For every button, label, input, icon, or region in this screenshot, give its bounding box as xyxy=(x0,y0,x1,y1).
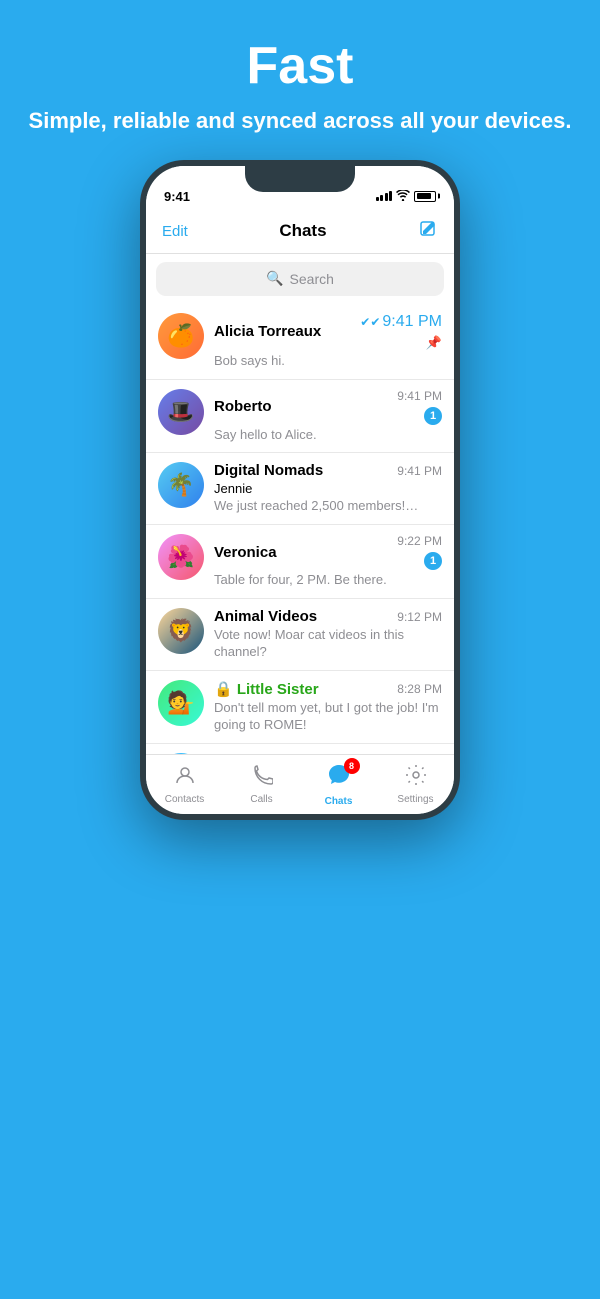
chat-preview-sister: Don't tell mom yet, but I got the job! I… xyxy=(214,700,442,734)
chat-time-animal: 9:12 PM xyxy=(397,610,442,624)
tab-label-settings: Settings xyxy=(397,794,433,805)
chat-time-roberto: 9:41 PM xyxy=(397,389,442,403)
chat-name-veronica: Veronica xyxy=(214,544,277,561)
chat-preview-animal: Vote now! Moar cat videos in this channe… xyxy=(214,627,442,661)
chat-item-roberto[interactable]: 🎩 Roberto 9:41 PM 1 Say hello to Alice. xyxy=(146,380,454,454)
hero-section: Fast Simple, reliable and synced across … xyxy=(9,0,592,160)
tab-label-calls: Calls xyxy=(250,794,272,805)
chat-name-alicia: Alicia Torreaux xyxy=(214,323,321,340)
search-placeholder: Search xyxy=(290,271,334,287)
avatar-digital: 🌴 xyxy=(158,462,204,508)
tab-calls[interactable]: Calls xyxy=(223,764,300,805)
settings-icon xyxy=(405,764,427,792)
chat-content-sister: 🔒 Little Sister 8:28 PM Don't tell mom y… xyxy=(214,680,442,734)
tab-settings[interactable]: Settings xyxy=(377,764,454,805)
signal-bars-icon xyxy=(376,191,393,201)
phone-mockup: 9:41 Edit Chats xyxy=(140,160,460,820)
chat-name-digital: Digital Nomads xyxy=(214,462,323,479)
avatar-sister: 💁 xyxy=(158,680,204,726)
search-bar-wrapper: 🔍 Search xyxy=(146,254,454,304)
chat-time-sister: 8:28 PM xyxy=(397,682,442,696)
battery-icon xyxy=(414,191,436,202)
unread-badge-veronica: 1 xyxy=(424,552,442,570)
avatar-james: 🧔 xyxy=(158,753,204,754)
chat-time-alicia: 9:41 PM xyxy=(382,313,442,331)
phone-screen: 9:41 Edit Chats xyxy=(146,166,454,814)
chat-content-digital: Digital Nomads 9:41 PM JennieWe just rea… xyxy=(214,462,442,515)
chat-name-sister: 🔒 Little Sister xyxy=(214,680,319,698)
chat-content-alicia: Alicia Torreaux ✔✔ 9:41 PM 📌 Bob says hi… xyxy=(214,313,442,370)
nav-title: Chats xyxy=(279,221,326,241)
double-check-icon: ✔✔ xyxy=(360,315,380,329)
tab-bar: Contacts Calls 8 Chats xyxy=(146,754,454,814)
wifi-icon xyxy=(396,189,410,204)
chat-time-james: 7:42 PM xyxy=(382,753,442,754)
chat-time-digital: 9:41 PM xyxy=(397,464,442,478)
hero-title: Fast xyxy=(29,36,572,96)
chat-content-james: James ✔✔ 7:42 PM Check these out xyxy=(214,753,442,754)
chat-item-alicia[interactable]: 🍊 Alicia Torreaux ✔✔ 9:41 PM 📌 Bob says … xyxy=(146,304,454,380)
chat-content-animal: Animal Videos 9:12 PM Vote now! Moar cat… xyxy=(214,608,442,661)
chat-item-animal[interactable]: 🦁 Animal Videos 9:12 PM Vote now! Moar c… xyxy=(146,599,454,671)
hero-subtitle: Simple, reliable and synced across all y… xyxy=(29,106,572,136)
search-bar[interactable]: 🔍 Search xyxy=(156,262,444,296)
chat-content-roberto: Roberto 9:41 PM 1 Say hello to Alice. xyxy=(214,389,442,444)
chat-preview-digital: JennieWe just reached 2,500 members! WOO… xyxy=(214,481,442,515)
chat-preview-roberto: Say hello to Alice. xyxy=(214,427,442,444)
calls-icon xyxy=(251,764,273,792)
chat-name-roberto: Roberto xyxy=(214,398,272,415)
contacts-icon xyxy=(174,764,196,792)
unread-badge-roberto: 1 xyxy=(424,407,442,425)
chat-item-veronica[interactable]: 🌺 Veronica 9:22 PM 1 Table for four, 2 P… xyxy=(146,525,454,599)
chats-icon: 8 xyxy=(326,762,352,794)
tab-label-chats: Chats xyxy=(325,796,353,807)
edit-button[interactable]: Edit xyxy=(162,223,188,240)
tab-chats[interactable]: 8 Chats xyxy=(300,762,377,807)
chat-preview-veronica: Table for four, 2 PM. Be there. xyxy=(214,572,442,589)
phone-notch xyxy=(245,166,355,192)
chat-name-animal: Animal Videos xyxy=(214,608,317,625)
chat-item-digital[interactable]: 🌴 Digital Nomads 9:41 PM JennieWe just r… xyxy=(146,453,454,525)
compose-button[interactable] xyxy=(418,219,438,244)
chat-time-veronica: 9:22 PM xyxy=(397,534,442,548)
chat-item-james[interactable]: 🧔 James ✔✔ 7:42 PM Check these out xyxy=(146,744,454,754)
chat-preview-alicia: Bob says hi. xyxy=(214,353,442,370)
chat-list: 🍊 Alicia Torreaux ✔✔ 9:41 PM 📌 Bob says … xyxy=(146,304,454,754)
avatar-animal: 🦁 xyxy=(158,608,204,654)
avatar-veronica: 🌺 xyxy=(158,534,204,580)
status-time: 9:41 xyxy=(164,189,190,204)
tab-label-contacts: Contacts xyxy=(165,794,204,805)
chat-item-sister[interactable]: 💁 🔒 Little Sister 8:28 PM Don't tell mom… xyxy=(146,671,454,744)
chat-content-veronica: Veronica 9:22 PM 1 Table for four, 2 PM.… xyxy=(214,534,442,589)
chats-badge: 8 xyxy=(344,758,360,774)
pin-icon-alicia: 📌 xyxy=(426,335,442,351)
search-icon: 🔍 xyxy=(266,270,283,287)
status-icons xyxy=(376,189,437,204)
avatar-alicia: 🍊 xyxy=(158,313,204,359)
tab-contacts[interactable]: Contacts xyxy=(146,764,223,805)
nav-bar: Edit Chats xyxy=(146,210,454,254)
avatar-roberto: 🎩 xyxy=(158,389,204,435)
